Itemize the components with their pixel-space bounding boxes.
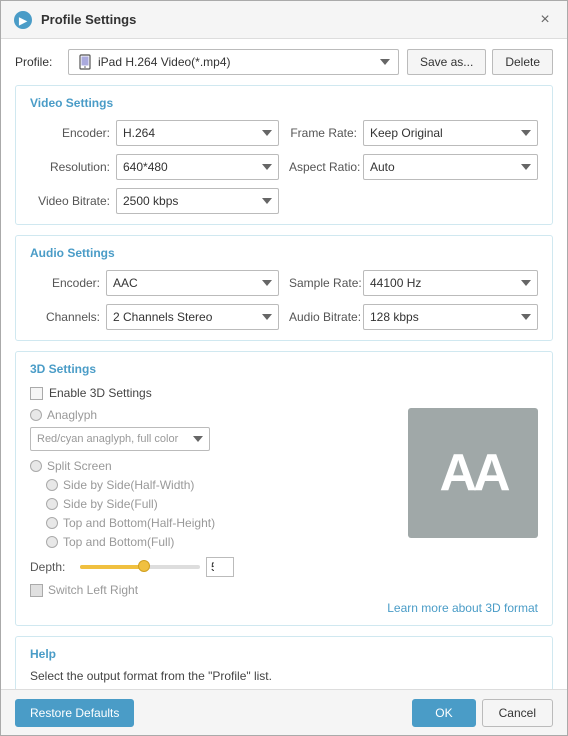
audio-settings-title: Audio Settings	[30, 246, 538, 260]
top-full-label: Top and Bottom(Full)	[63, 535, 174, 549]
video-bitrate-row: Video Bitrate: 2500 kbps 1000 kbps 3000 …	[30, 188, 279, 214]
dialog-title: Profile Settings	[41, 12, 527, 27]
depth-fill	[80, 565, 140, 569]
audio-bitrate-select[interactable]: 128 kbps 64 kbps 256 kbps	[363, 304, 538, 330]
aspect-ratio-row: Aspect Ratio: Auto 4:3 16:9	[289, 154, 538, 180]
depth-input[interactable]	[206, 557, 234, 577]
profile-row: Profile: iPad H.264 Video(*.mp4) Save as…	[15, 49, 553, 75]
video-settings-grid: Encoder: H.264 H.265 MPEG-4 Frame Rate: …	[30, 120, 538, 214]
main-content: Profile: iPad H.264 Video(*.mp4) Save as…	[1, 39, 567, 689]
threed-settings-section: 3D Settings Enable 3D Settings Anaglyph …	[15, 351, 553, 626]
ipad-icon	[77, 54, 93, 70]
resolution-row: Resolution: 640*480 1280*720 1920*1080	[30, 154, 279, 180]
audio-encoder-row: Encoder: AAC MP3	[30, 270, 279, 296]
profile-label: Profile:	[15, 55, 60, 69]
frame-rate-select[interactable]: Keep Original 24 30	[363, 120, 538, 146]
learn-more-row: Learn more about 3D format	[30, 601, 538, 615]
video-bitrate-select[interactable]: 2500 kbps 1000 kbps 3000 kbps	[116, 188, 279, 214]
top-full-radio[interactable]	[46, 536, 58, 548]
audio-encoder-label: Encoder:	[30, 276, 100, 290]
side-full-radio[interactable]	[46, 498, 58, 510]
top-half-radio[interactable]	[46, 517, 58, 529]
side-half-row: Side by Side(Half-Width)	[46, 478, 398, 492]
audio-encoder-select[interactable]: AAC MP3	[106, 270, 279, 296]
audio-settings-grid: Encoder: AAC MP3 Sample Rate: 44100 Hz 2…	[30, 270, 538, 330]
threed-options: Anaglyph Red/cyan anaglyph, full color R…	[30, 408, 398, 597]
video-settings-title: Video Settings	[30, 96, 538, 110]
video-encoder-label: Encoder:	[30, 126, 110, 140]
top-half-label: Top and Bottom(Half-Height)	[63, 516, 215, 530]
top-full-row: Top and Bottom(Full)	[46, 535, 398, 549]
enable-3d-label: Enable 3D Settings	[49, 386, 152, 400]
resolution-label: Resolution:	[30, 160, 110, 174]
depth-row: Depth:	[30, 557, 398, 577]
switch-lr-label: Switch Left Right	[48, 583, 138, 597]
frame-rate-row: Frame Rate: Keep Original 24 30	[289, 120, 538, 146]
audio-bitrate-label: Audio Bitrate:	[289, 310, 357, 324]
enable-3d-row: Enable 3D Settings	[30, 386, 538, 400]
learn-more-link[interactable]: Learn more about 3D format	[387, 601, 538, 615]
video-bitrate-label: Video Bitrate:	[30, 194, 110, 208]
channels-label: Channels:	[30, 310, 100, 324]
split-screen-radio-row: Split Screen	[30, 459, 398, 473]
sample-rate-select[interactable]: 44100 Hz 22050 Hz 48000 Hz	[363, 270, 538, 296]
side-full-row: Side by Side(Full)	[46, 497, 398, 511]
help-text: Select the output format from the "Profi…	[30, 669, 538, 683]
preview-box: AA	[408, 408, 538, 538]
depth-label: Depth:	[30, 560, 74, 574]
aspect-ratio-select[interactable]: Auto 4:3 16:9	[363, 154, 538, 180]
footer: Restore Defaults OK Cancel	[1, 689, 567, 735]
profile-action-buttons: Save as... Delete	[407, 49, 553, 75]
frame-rate-label: Frame Rate:	[289, 126, 357, 140]
anaglyph-option-select[interactable]: Red/cyan anaglyph, full color Red/cyan a…	[30, 427, 210, 451]
switch-lr-row: Switch Left Right	[30, 583, 398, 597]
preview-aa-text: AA	[439, 443, 506, 503]
sample-rate-label: Sample Rate:	[289, 276, 357, 290]
video-encoder-row: Encoder: H.264 H.265 MPEG-4	[30, 120, 279, 146]
chevron-down-icon	[380, 59, 390, 65]
split-screen-radio[interactable]	[30, 460, 42, 472]
help-section: Help Select the output format from the "…	[15, 636, 553, 689]
channels-select[interactable]: 2 Channels Stereo 1 Channel Mono	[106, 304, 279, 330]
ok-button[interactable]: OK	[412, 699, 475, 727]
svg-text:▶: ▶	[18, 16, 28, 27]
help-title: Help	[30, 647, 538, 661]
anaglyph-radio-row: Anaglyph	[30, 408, 398, 422]
side-half-label: Side by Side(Half-Width)	[63, 478, 194, 492]
video-encoder-select[interactable]: H.264 H.265 MPEG-4	[116, 120, 279, 146]
threed-settings-title: 3D Settings	[30, 362, 538, 376]
channels-row: Channels: 2 Channels Stereo 1 Channel Mo…	[30, 304, 279, 330]
video-settings-section: Video Settings Encoder: H.264 H.265 MPEG…	[15, 85, 553, 225]
profile-selected-value: iPad H.264 Video(*.mp4)	[98, 55, 231, 69]
restore-defaults-button[interactable]: Restore Defaults	[15, 699, 134, 727]
aspect-ratio-label: Aspect Ratio:	[289, 160, 357, 174]
profile-dropdown[interactable]: iPad H.264 Video(*.mp4)	[68, 49, 399, 75]
app-icon: ▶	[13, 10, 33, 30]
title-bar: ▶ Profile Settings ×	[1, 1, 567, 39]
switch-lr-checkbox[interactable]	[30, 584, 43, 597]
side-full-label: Side by Side(Full)	[63, 497, 158, 511]
top-half-row: Top and Bottom(Half-Height)	[46, 516, 398, 530]
split-sub-options: Side by Side(Half-Width) Side by Side(Fu…	[46, 478, 398, 549]
enable-3d-checkbox[interactable]	[30, 387, 43, 400]
cancel-button[interactable]: Cancel	[482, 699, 553, 727]
save-as-button[interactable]: Save as...	[407, 49, 486, 75]
resolution-select[interactable]: 640*480 1280*720 1920*1080	[116, 154, 279, 180]
side-half-radio[interactable]	[46, 479, 58, 491]
sample-rate-row: Sample Rate: 44100 Hz 22050 Hz 48000 Hz	[289, 270, 538, 296]
audio-bitrate-row: Audio Bitrate: 128 kbps 64 kbps 256 kbps	[289, 304, 538, 330]
anaglyph-select-wrapper: Red/cyan anaglyph, full color Red/cyan a…	[30, 427, 398, 451]
delete-button[interactable]: Delete	[492, 49, 553, 75]
threed-body: Anaglyph Red/cyan anaglyph, full color R…	[30, 408, 538, 597]
close-button[interactable]: ×	[535, 10, 555, 30]
profile-settings-dialog: ▶ Profile Settings × Profile: iPad H.264…	[0, 0, 568, 736]
anaglyph-radio[interactable]	[30, 409, 42, 421]
split-screen-label: Split Screen	[47, 459, 112, 473]
depth-slider-track[interactable]	[80, 565, 200, 569]
anaglyph-label: Anaglyph	[47, 408, 97, 422]
depth-thumb[interactable]	[138, 560, 150, 572]
audio-settings-section: Audio Settings Encoder: AAC MP3 Sample R…	[15, 235, 553, 341]
